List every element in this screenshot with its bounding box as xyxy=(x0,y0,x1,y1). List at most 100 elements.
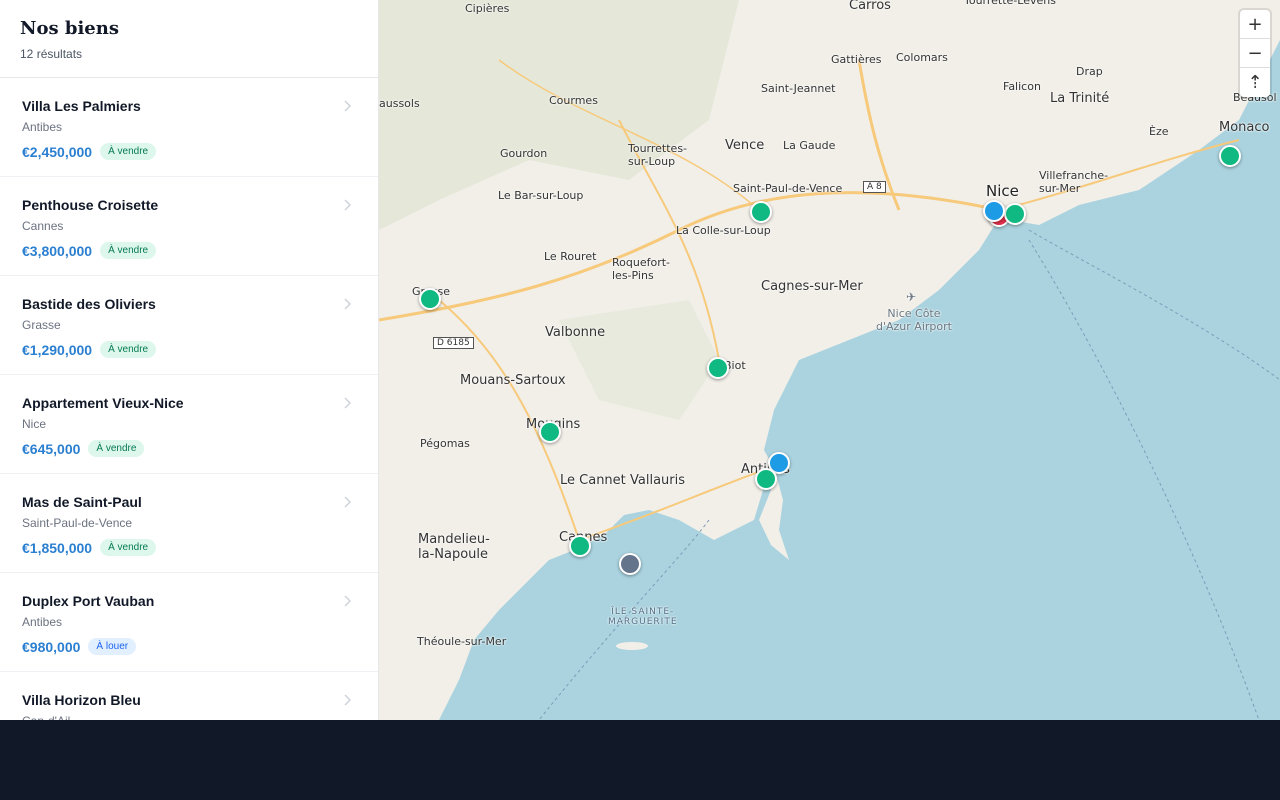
map-label-le-bar: Le Bar-sur-Loup xyxy=(498,189,584,202)
marker-biot[interactable] xyxy=(707,357,729,379)
map-view[interactable]: Cipières Carros Tourrette-Levens Gattières C… xyxy=(379,0,1280,720)
property-meta: €3,800,000 À vendre xyxy=(22,242,356,259)
list-item[interactable]: Duplex Port Vauban Antibes €980,000 À louer xyxy=(0,573,378,672)
map-label-airport: Nice Côte d'Azur Airport xyxy=(876,307,952,333)
property-title: Bastide des Oliviers xyxy=(22,296,156,312)
map-label-saint-jeannet: Saint-Jeannet xyxy=(761,82,836,95)
marker-cannes-other[interactable] xyxy=(619,553,641,575)
result-count: 12 résultats xyxy=(20,47,358,61)
map-label-saint-paul: Saint-Paul-de-Vence xyxy=(733,182,843,195)
map-label-la-gaude: La Gaude xyxy=(783,139,836,152)
map-label-ile: ÎLE SAINTE- MARGUERITE xyxy=(608,607,678,627)
property-title: Penthouse Croisette xyxy=(22,197,159,213)
island xyxy=(616,642,648,650)
map-label-drap: Drap xyxy=(1076,65,1103,78)
marker-antibes-sale[interactable] xyxy=(755,468,777,490)
map-tiles xyxy=(379,0,1280,720)
chevron-right-icon xyxy=(344,595,352,607)
property-city: Cannes xyxy=(22,219,64,233)
status-badge: À vendre xyxy=(100,143,157,160)
status-badge: À vendre xyxy=(100,341,157,358)
chevron-right-icon xyxy=(344,496,352,508)
list-item[interactable]: Villa Horizon BleuCap-d'Ail xyxy=(0,672,378,720)
marker-grasse[interactable] xyxy=(419,288,441,310)
zoom-out-button[interactable]: − xyxy=(1240,39,1270,68)
property-city: Nice xyxy=(22,417,47,431)
map-label-la-colle: La Colle-sur-Loup xyxy=(676,224,771,237)
compass-button[interactable]: ⇡ xyxy=(1240,68,1270,97)
map-label-mandelieu: Mandelieu- la-Napoule xyxy=(418,532,490,562)
property-meta: €645,000 À vendre xyxy=(22,440,356,457)
property-meta: €1,290,000 À vendre xyxy=(22,341,356,358)
map-label-valbonne: Valbonne xyxy=(545,325,606,340)
chevron-right-icon xyxy=(344,199,352,211)
property-price: €1,290,000 xyxy=(22,341,93,358)
road-shield-a8: A 8 xyxy=(863,181,886,193)
property-title: Appartement Vieux-Nice xyxy=(22,395,184,411)
property-price: €2,450,000 xyxy=(22,143,93,160)
marker-mougins[interactable] xyxy=(539,421,561,443)
marker-saint-paul[interactable] xyxy=(750,201,772,223)
property-title: Villa Les Palmiers xyxy=(22,98,141,114)
airport-icon: ✈ xyxy=(906,290,917,304)
property-price: €1,850,000 xyxy=(22,539,93,556)
page-title: Nos biens xyxy=(20,18,119,39)
list-item[interactable]: Appartement Vieux-Nice Nice €645,000 À vend… xyxy=(0,375,378,474)
property-meta: €980,000 À louer xyxy=(22,638,356,655)
bottom-bar xyxy=(0,720,1280,800)
map-label-cagnes: Cagnes-sur-Mer xyxy=(761,279,863,294)
map-label-pegomas: Pégomas xyxy=(420,437,470,450)
map-label-vallauris: Vallauris xyxy=(630,473,686,488)
chevron-right-icon xyxy=(344,298,352,310)
map-label-vence: Vence xyxy=(725,138,765,153)
list-item[interactable]: Penthouse Croisette Cannes €3,800,000 À ven… xyxy=(0,177,378,276)
property-meta: €2,450,000 À vendre xyxy=(22,143,356,160)
chevron-right-icon xyxy=(344,694,352,706)
forest xyxy=(559,300,719,420)
map-label-gourdon: Gourdon xyxy=(500,147,548,160)
property-list: Villa Les Palmiers Antibes €2,450,000 À ven… xyxy=(0,78,378,720)
map-label-courmes: Courmes xyxy=(549,94,598,107)
property-city: Antibes xyxy=(22,120,63,134)
road-shield-d6185: D 6185 xyxy=(433,337,474,349)
zoom-in-button[interactable]: + xyxy=(1240,10,1270,39)
chevron-right-icon xyxy=(344,397,352,409)
marker-nice-rent[interactable] xyxy=(983,200,1005,222)
property-list-panel: Nos biens 12 résultats Villa Les Palmier… xyxy=(0,0,379,720)
map-label-caussols: aussols xyxy=(379,97,420,110)
map-label-tourrettes-loup: Tourrettes- sur-Loup xyxy=(628,142,688,168)
property-title: Mas de Saint-Paul xyxy=(22,494,142,510)
list-item[interactable]: Villa Les Palmiers Antibes €2,450,000 À ven… xyxy=(0,78,378,177)
map-label-carros: Carros xyxy=(849,0,891,13)
map-label-eze: Èze xyxy=(1149,125,1169,138)
property-city: Saint-Paul-de-Vence xyxy=(22,516,133,530)
marker-cannes[interactable] xyxy=(569,535,591,557)
property-title: Villa Horizon Bleu xyxy=(22,692,141,708)
map-controls: + − ⇡ xyxy=(1240,10,1270,97)
property-price: €980,000 xyxy=(22,638,81,655)
map-label-la-trinite: La Trinité xyxy=(1050,91,1110,106)
map-label-falicon: Falicon xyxy=(1003,80,1041,93)
property-price: €3,800,000 xyxy=(22,242,93,259)
property-title: Duplex Port Vauban xyxy=(22,593,155,609)
property-price: €645,000 xyxy=(22,440,81,457)
property-city: Antibes xyxy=(22,615,63,629)
map-label-monaco: Monaco xyxy=(1219,120,1270,135)
marker-nice-sale[interactable] xyxy=(1004,203,1026,225)
status-badge: À vendre xyxy=(88,440,145,457)
list-item[interactable]: Bastide des Oliviers Grasse €1,290,000 À ve… xyxy=(0,276,378,375)
app-window: Nos biens 12 résultats Villa Les Palmier… xyxy=(0,0,1280,720)
status-badge: À vendre xyxy=(100,539,157,556)
map-label-le-rouret: Le Rouret xyxy=(544,250,597,263)
property-meta: €1,850,000 À vendre xyxy=(22,539,356,556)
map-label-gattieres: Gattières xyxy=(831,53,882,66)
map-label-roquefort: Roquefort- les-Pins xyxy=(612,256,671,282)
list-item[interactable]: Mas de Saint-Paul Saint-Paul-de-Vence €1,8… xyxy=(0,474,378,573)
map-label-mouans: Mouans-Sartoux xyxy=(460,373,566,388)
map-label-le-cannet: Le Cannet xyxy=(560,473,626,488)
status-badge: À louer xyxy=(88,638,137,655)
marker-monaco[interactable] xyxy=(1219,145,1241,167)
map-label-cipieres: Cipières xyxy=(465,2,510,15)
map-label-theoule: Théoule-sur-Mer xyxy=(417,635,507,648)
result-count-label: résultats xyxy=(36,47,83,61)
